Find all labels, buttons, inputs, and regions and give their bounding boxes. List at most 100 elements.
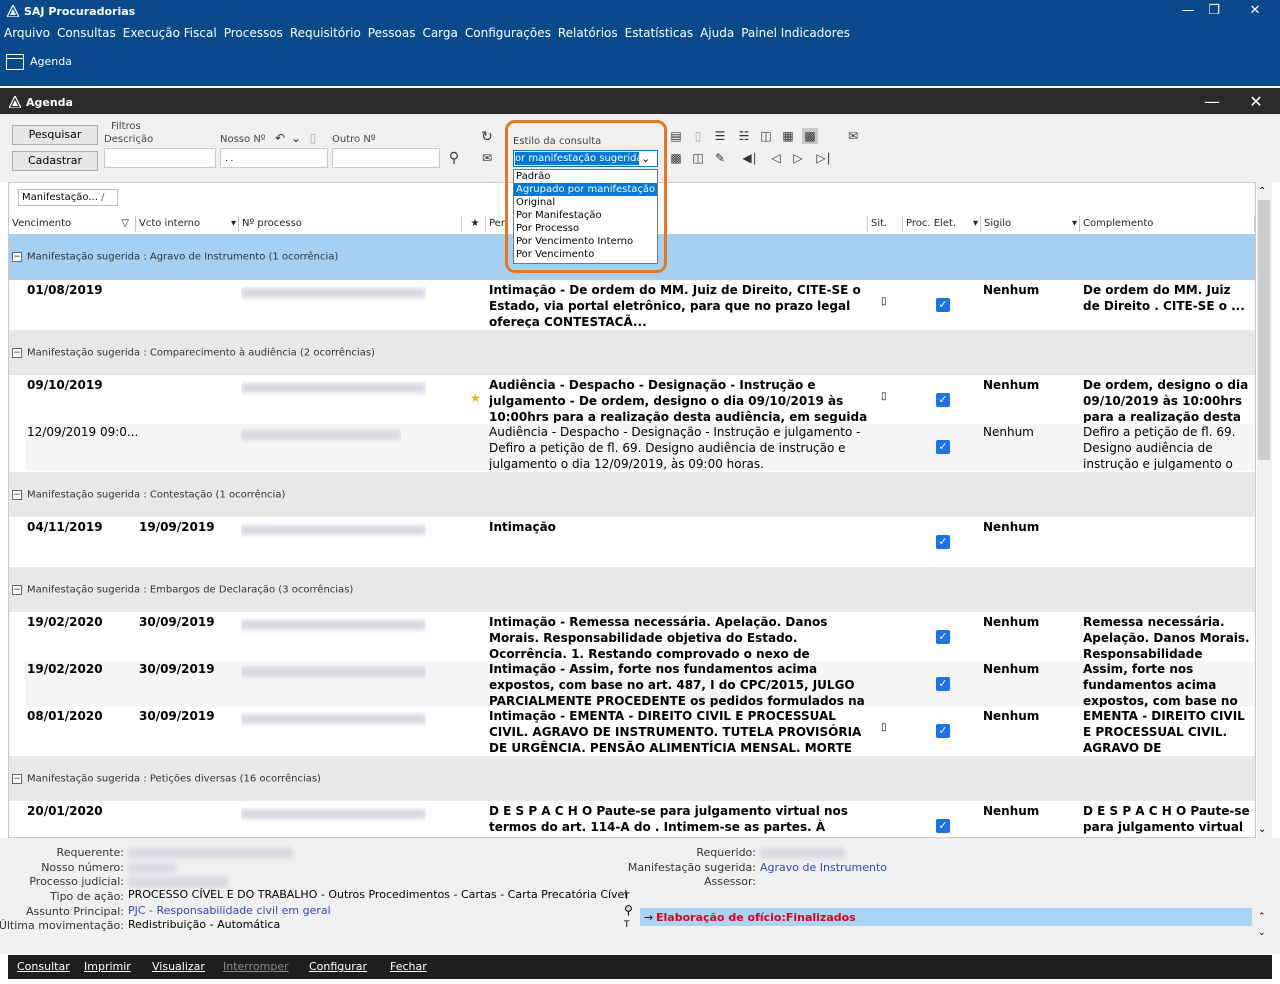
menu-carga[interactable]: Carga	[422, 26, 464, 42]
proc-elet-checkbox[interactable]: ✓	[936, 440, 950, 454]
descricao-input[interactable]	[104, 148, 216, 168]
copy-icon[interactable]: ▯	[690, 128, 706, 144]
collapse-icon[interactable]: −	[12, 584, 22, 595]
proc-elet-checkbox[interactable]: ✓	[936, 535, 950, 549]
option-por-processo[interactable]: Por Processo	[514, 222, 657, 235]
group-header[interactable]: − Manifestação sugerida : Embargos de De…	[9, 567, 1255, 612]
message-icon[interactable]: ✉	[479, 150, 495, 166]
menu-relatorios[interactable]: Relatórios	[558, 26, 625, 42]
scroll-down-icon[interactable]: ⌄	[1258, 928, 1266, 938]
col-proc-elet[interactable]: Proc. Elet. ▾	[903, 216, 981, 232]
group-header[interactable]: − Manifestação sugerida : Contestação (1…	[9, 472, 1255, 517]
register-button[interactable]: Cadastrar	[12, 151, 98, 171]
table-row[interactable]: 12/09/2019 09:0... Audiência - Despacho …	[25, 424, 1255, 470]
collapse-icon[interactable]: −	[12, 347, 22, 358]
columns-icon[interactable]: ◫	[758, 128, 774, 144]
outro-numero-input[interactable]	[332, 148, 440, 168]
menu-configuracoes[interactable]: Configurações	[465, 26, 558, 42]
first-page-icon[interactable]: ◀∣	[742, 150, 758, 166]
proc-elet-checkbox[interactable]: ✓	[936, 298, 950, 312]
scroll-down-icon[interactable]: ⌄	[1258, 824, 1266, 835]
search-icon[interactable]: ⚲	[446, 150, 462, 166]
agenda-toolbar-button[interactable]: Agenda	[6, 54, 72, 70]
proc-elet-checkbox[interactable]: ✓	[936, 393, 950, 407]
next-page-icon[interactable]: ▷	[790, 150, 806, 166]
refresh-icon[interactable]: ↻	[479, 129, 495, 145]
table-row[interactable]: 08/01/2020 30/09/2019 Intimação - EMENTA…	[25, 708, 1255, 754]
menu-ajuda[interactable]: Ajuda	[700, 26, 741, 42]
save-icon[interactable]: ▩	[668, 150, 684, 166]
bookmark-icon[interactable]: ▯	[305, 130, 321, 146]
collapse-icon[interactable]: −	[12, 773, 22, 784]
restore-icon[interactable]: ❐	[1202, 2, 1226, 20]
interromper-button[interactable]: Interromper	[223, 960, 289, 973]
option-padrao[interactable]: Padrão	[514, 170, 657, 183]
child-close-icon[interactable]: ✕	[1244, 92, 1268, 112]
menu-execucao-fiscal[interactable]: Execução Fiscal	[123, 26, 224, 42]
proc-elet-checkbox[interactable]: ✓	[936, 630, 950, 644]
view-toggle-icon[interactable]: ▩	[802, 128, 818, 144]
menu-pessoas[interactable]: Pessoas	[368, 26, 423, 42]
menu-requisitorio[interactable]: Requisitório	[290, 26, 368, 42]
filter-icon[interactable]: ▽	[121, 216, 129, 232]
collapse-icon[interactable]: −	[12, 489, 22, 500]
dropdown-arrow-icon[interactable]: ▾	[1072, 216, 1077, 232]
group-header[interactable]: − Manifestação sugerida : Comparecimento…	[9, 330, 1255, 375]
table-row[interactable]: 19/02/2020 30/09/2019 Intimação - Assim,…	[25, 661, 1255, 707]
option-agrupado[interactable]: Agrupado por manifestação s	[514, 183, 657, 196]
menu-consultas[interactable]: Consultas	[57, 26, 123, 42]
delete-icon[interactable]: ◫	[690, 150, 706, 166]
option-por-vencimento-interno[interactable]: Por Vencimento Interno	[514, 235, 657, 248]
col-vencimento[interactable]: Vencimento ▽	[9, 216, 136, 232]
search-button[interactable]: Pesquisar	[12, 125, 98, 145]
scrollbar-thumb[interactable]	[1258, 200, 1270, 460]
table-row[interactable]: 19/02/2020 30/09/2019 Intimação - Remess…	[25, 614, 1255, 660]
proc-elet-checkbox[interactable]: ✓	[936, 724, 950, 738]
dropdown-arrow-icon[interactable]: ▾	[973, 216, 978, 232]
grid-icon[interactable]: ▦	[780, 128, 796, 144]
table-row[interactable]: 09/10/2019 ★ Audiência - Despacho - Desi…	[25, 377, 1255, 423]
option-por-vencimento[interactable]: Por Vencimento	[514, 248, 657, 261]
star-icon[interactable]: ★	[470, 391, 481, 405]
collapse-icon[interactable]: −	[12, 252, 22, 262]
comments-icon[interactable]: ✉	[845, 128, 861, 144]
nosso-numero-input[interactable]	[220, 148, 328, 168]
col-numero-processo[interactable]: Nº processo	[239, 216, 462, 232]
table-row[interactable]: 01/08/2019 Intimação - De ordem do MM. J…	[25, 282, 1255, 328]
menu-processos[interactable]: Processos	[224, 26, 290, 42]
group-by-chip[interactable]: Manifestação... /	[18, 189, 118, 206]
consultar-button[interactable]: Consultar	[17, 960, 70, 973]
col-sit[interactable]: Sit.	[868, 216, 903, 232]
proc-elet-checkbox[interactable]: ✓	[936, 819, 950, 833]
child-minimize-icon[interactable]: —	[1200, 92, 1224, 112]
close-icon[interactable]: ✕	[1243, 2, 1267, 20]
minimize-icon[interactable]: —	[1176, 2, 1200, 20]
col-sigilo[interactable]: Sigilo ▾	[981, 216, 1080, 232]
chevron-down-icon[interactable]: ⌄	[288, 130, 304, 146]
group-header[interactable]: − Manifestação sugerida : Petições diver…	[9, 756, 1255, 801]
dropdown-arrow-icon[interactable]: ▾	[231, 216, 236, 232]
table-row[interactable]: 20/01/2020 D E S P A C H O Paute-se para…	[25, 803, 1255, 837]
menu-painel-indicadores[interactable]: Painel Indicadores	[741, 26, 857, 42]
imprimir-button[interactable]: Imprimir	[84, 960, 131, 973]
proc-elet-checkbox[interactable]: ✓	[936, 677, 950, 691]
export-icon[interactable]: ▤	[668, 128, 684, 144]
undo-icon[interactable]: ↶	[272, 130, 288, 146]
query-style-select[interactable]: or manifestação sugerida ⌄	[513, 150, 658, 167]
col-star[interactable]: ★	[462, 216, 486, 232]
col-vcto-interno[interactable]: Vcto interno ▾	[136, 216, 239, 232]
last-page-icon[interactable]: ▷∣	[816, 150, 832, 166]
assunto-value[interactable]: PJC - Responsabilidade civil em geral	[128, 904, 331, 917]
tree-icon[interactable]: ☵	[736, 128, 752, 144]
search-icon[interactable]: ⚲	[624, 903, 633, 917]
col-complemento[interactable]: Complemento	[1080, 216, 1255, 232]
scroll-up-icon[interactable]: ⌃	[1258, 186, 1266, 197]
option-original[interactable]: Original	[514, 196, 657, 209]
visualizar-button[interactable]: Visualizar	[152, 960, 205, 973]
configurar-button[interactable]: Configurar	[309, 960, 367, 973]
list-icon[interactable]: ☰	[712, 128, 728, 144]
menu-arquivo[interactable]: Arquivo	[4, 26, 57, 42]
table-row[interactable]: 04/11/2019 19/09/2019 Intimação ✓ Nenhum	[25, 519, 1255, 565]
prev-page-icon[interactable]: ◁	[768, 150, 784, 166]
fechar-button[interactable]: Fechar	[390, 960, 427, 973]
